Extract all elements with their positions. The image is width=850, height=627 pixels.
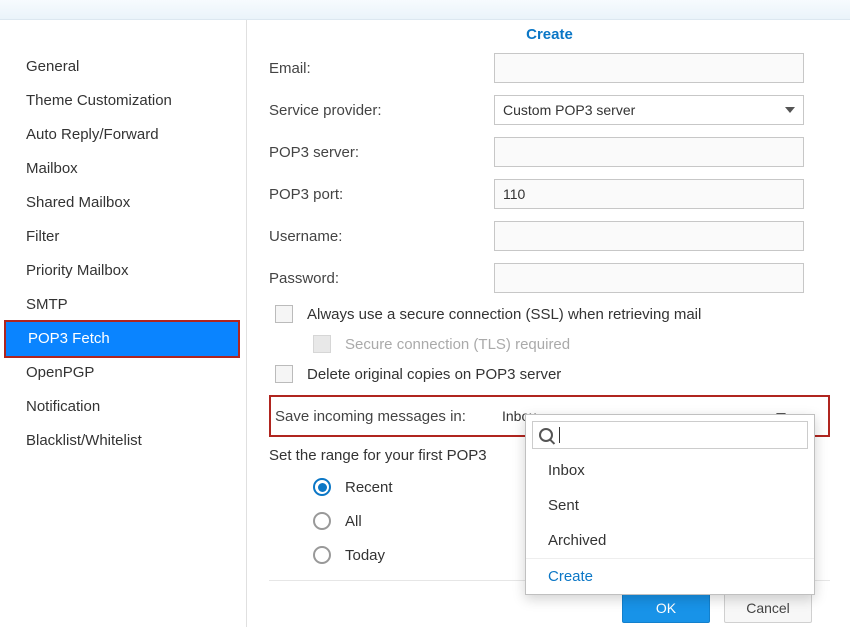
- tls-label: Secure connection (TLS) required: [345, 336, 570, 353]
- pop3-server-label: POP3 server:: [269, 144, 494, 161]
- pop3-port-input[interactable]: [494, 179, 804, 209]
- pop3-server-input[interactable]: [494, 137, 804, 167]
- radio-recent[interactable]: [313, 478, 331, 496]
- email-input[interactable]: [494, 53, 804, 83]
- provider-select[interactable]: Custom POP3 server: [494, 95, 804, 125]
- dropdown-search-box[interactable]: [532, 421, 808, 449]
- password-label: Password:: [269, 270, 494, 287]
- provider-value: Custom POP3 server: [503, 102, 635, 118]
- sidebar-item-shared-mailbox[interactable]: Shared Mailbox: [0, 186, 246, 220]
- ok-button[interactable]: OK: [622, 593, 710, 623]
- radio-today[interactable]: [313, 546, 331, 564]
- username-label: Username:: [269, 228, 494, 245]
- dialog-footer: OK Cancel: [622, 593, 812, 623]
- sidebar-item-theme[interactable]: Theme Customization: [0, 84, 246, 118]
- email-label: Email:: [269, 60, 494, 77]
- sidebar-item-notification[interactable]: Notification: [0, 390, 246, 424]
- search-icon: [539, 428, 553, 442]
- chevron-down-icon: [785, 107, 795, 113]
- username-input[interactable]: [494, 221, 804, 251]
- cancel-button[interactable]: Cancel: [724, 593, 812, 623]
- dropdown-search-input[interactable]: [560, 426, 801, 444]
- delete-original-label: Delete original copies on POP3 server: [307, 366, 561, 383]
- sidebar-item-mailbox[interactable]: Mailbox: [0, 152, 246, 186]
- sidebar-item-autoreply[interactable]: Auto Reply/Forward: [0, 118, 246, 152]
- password-input[interactable]: [494, 263, 804, 293]
- radio-recent-label: Recent: [345, 479, 393, 496]
- sidebar-item-priority-mailbox[interactable]: Priority Mailbox: [0, 254, 246, 288]
- save-in-label: Save incoming messages in:: [275, 408, 494, 425]
- sidebar-item-smtp[interactable]: SMTP: [0, 288, 246, 322]
- sidebar-item-pop3-fetch[interactable]: POP3 Fetch: [4, 320, 240, 358]
- ssl-label: Always use a secure connection (SSL) whe…: [307, 306, 701, 323]
- create-header-link[interactable]: Create: [269, 20, 830, 53]
- sidebar-item-blacklist-whitelist[interactable]: Blacklist/Whitelist: [0, 424, 246, 458]
- dropdown-item-inbox[interactable]: Inbox: [526, 453, 814, 488]
- dropdown-create-link[interactable]: Create: [526, 558, 814, 594]
- provider-label: Service provider:: [269, 102, 494, 119]
- tls-checkbox: [313, 335, 331, 353]
- ssl-checkbox[interactable]: [275, 305, 293, 323]
- delete-original-checkbox[interactable]: [275, 365, 293, 383]
- settings-sidebar: General Theme Customization Auto Reply/F…: [0, 20, 247, 627]
- dropdown-item-archived[interactable]: Archived: [526, 523, 814, 558]
- dropdown-item-sent[interactable]: Sent: [526, 488, 814, 523]
- mailbox-dropdown-panel: Inbox Sent Archived Create: [525, 414, 815, 595]
- sidebar-item-openpgp[interactable]: OpenPGP: [0, 356, 246, 390]
- radio-all[interactable]: [313, 512, 331, 530]
- sidebar-item-filter[interactable]: Filter: [0, 220, 246, 254]
- radio-today-label: Today: [345, 547, 385, 564]
- sidebar-item-general[interactable]: General: [0, 50, 246, 84]
- window-topbar: [0, 0, 850, 20]
- radio-all-label: All: [345, 513, 362, 530]
- pop3-port-label: POP3 port:: [269, 186, 494, 203]
